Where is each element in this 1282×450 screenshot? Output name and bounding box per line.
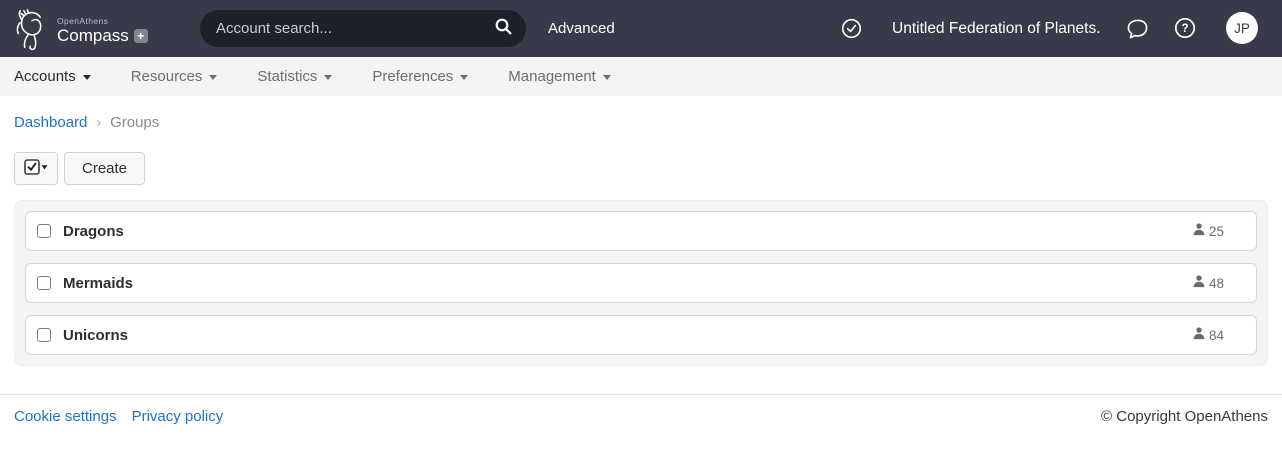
help-icon[interactable]: ? [1174,17,1196,44]
user-avatar[interactable]: JP [1226,12,1258,44]
group-name: Dragons [63,222,124,240]
nav-management-label: Management [508,68,596,85]
cookie-settings-link[interactable]: Cookie settings [14,408,117,425]
account-search [200,10,526,47]
user-count-icon [1192,222,1206,241]
nav-management[interactable]: Management [508,68,611,85]
nav-statistics[interactable]: Statistics [257,68,333,85]
group-row-mermaids[interactable]: Mermaids 48 [25,263,1257,303]
chevron-down-icon [82,75,91,80]
create-button-label: Create [82,160,128,177]
chevron-down-icon [324,75,333,80]
groups-panel: Dragons 25 Mermaids 48 Unicorns 84 [14,200,1268,366]
user-count-icon [1192,326,1206,345]
nav-resources-label: Resources [130,68,203,85]
main-nav: Accounts Resources Statistics Preference… [0,57,1282,96]
nav-accounts-label: Accounts [14,68,76,85]
group-checkbox[interactable] [37,328,51,342]
nav-statistics-label: Statistics [257,68,318,85]
groups-toolbar: Create [14,152,1268,185]
group-name: Unicorns [63,326,129,344]
advanced-search-link[interactable]: Advanced [548,0,615,57]
chevron-down-icon [602,75,611,80]
chevron-down-icon [209,75,218,80]
group-member-count: 25 [1208,223,1224,239]
svg-text:?: ? [1181,23,1188,35]
group-checkbox[interactable] [37,224,51,238]
breadcrumb-separator-icon: › [96,114,102,130]
nav-preferences[interactable]: Preferences [372,68,469,85]
chat-icon[interactable] [1126,18,1149,45]
nav-accounts[interactable]: Accounts [14,68,91,85]
group-name: Mermaids [63,274,134,292]
logo-text: OpenAthens Compass + [57,17,148,45]
owl-logo-icon [12,7,52,56]
topbar: OpenAthens Compass + Advanced Untitled F… [0,0,1282,57]
group-checkbox[interactable] [37,276,51,290]
search-icon[interactable] [494,17,513,41]
organisation-name: Untitled Federation of Planets. [892,20,1101,37]
copyright-text: © Copyright OpenAthens [1101,408,1268,425]
breadcrumb-dashboard-link[interactable]: Dashboard [14,114,87,131]
select-all-dropdown-button[interactable] [14,152,58,185]
group-member-count: 48 [1208,275,1224,291]
group-row-dragons[interactable]: Dragons 25 [25,211,1257,251]
chevron-down-icon [460,75,469,80]
account-search-input[interactable] [216,20,494,37]
group-member-count: 84 [1208,327,1224,343]
footer: Cookie settings Privacy policy © Copyrig… [0,394,1282,425]
group-row-unicorns[interactable]: Unicorns 84 [25,315,1257,355]
breadcrumb: Dashboard › Groups [14,114,1268,131]
check-circle-icon[interactable] [841,18,862,44]
brand-compass: Compass [57,25,129,45]
privacy-policy-link[interactable]: Privacy policy [132,408,224,425]
openathens-compass-logo[interactable]: OpenAthens Compass + [12,7,148,56]
checkbox-dropdown-icon [24,158,48,179]
breadcrumb-current: Groups [110,114,160,131]
user-count-icon [1192,274,1206,293]
nav-resources[interactable]: Resources [131,68,218,85]
nav-preferences-label: Preferences [372,68,454,85]
create-button[interactable]: Create [64,152,146,185]
compass-plus-badge: + [133,29,148,44]
